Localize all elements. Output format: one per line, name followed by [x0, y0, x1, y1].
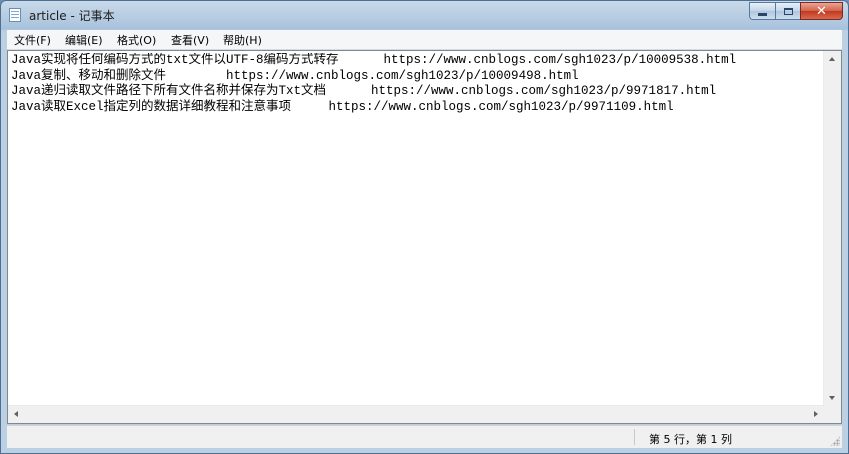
- menu-bar: 文件(F) 编辑(E) 格式(O) 查看(V) 帮助(H): [7, 30, 842, 50]
- status-divider: [634, 429, 635, 445]
- text-editor[interactable]: Java实现将任何编码方式的txt文件以UTF-8编码方式转存 https://…: [7, 50, 842, 424]
- menu-view[interactable]: 查看(V): [171, 32, 209, 48]
- title-bar[interactable]: article - 记事本 ✕: [1, 1, 848, 29]
- text-line[interactable]: Java实现将任何编码方式的txt文件以UTF-8编码方式转存 https://…: [11, 53, 823, 69]
- scroll-down-icon[interactable]: [829, 396, 835, 400]
- minimize-icon: [758, 13, 767, 16]
- scrollbar-corner: [824, 406, 841, 423]
- menu-format[interactable]: 格式(O): [117, 32, 156, 48]
- close-icon: ✕: [816, 3, 827, 19]
- scroll-right-icon[interactable]: [814, 411, 818, 417]
- text-line[interactable]: Java复制、移动和删除文件 https://www.cnblogs.com/s…: [11, 69, 823, 85]
- text-area[interactable]: Java实现将任何编码方式的txt文件以UTF-8编码方式转存 https://…: [11, 53, 823, 405]
- text-line[interactable]: Java读取Excel指定列的数据详细教程和注意事项 https://www.c…: [11, 100, 823, 116]
- close-button[interactable]: ✕: [800, 2, 843, 20]
- window-controls: ✕: [749, 2, 843, 21]
- text-line[interactable]: Java递归读取文件路径下所有文件名称并保存为Txt文档 https://www…: [11, 84, 823, 100]
- scroll-up-icon[interactable]: [829, 57, 835, 61]
- window-title: article - 记事本: [29, 9, 115, 23]
- notepad-icon[interactable]: [9, 8, 21, 22]
- minimize-button[interactable]: [749, 2, 775, 20]
- maximize-button[interactable]: [775, 2, 800, 20]
- maximize-icon: [783, 7, 793, 15]
- cursor-position: 第 5 行，第 1 列: [649, 433, 732, 446]
- notepad-window: article - 记事本 ✕ 文件(F) 编辑(E) 格式(O) 查看(V) …: [0, 0, 849, 454]
- menu-edit[interactable]: 编辑(E): [65, 32, 103, 48]
- menu-help[interactable]: 帮助(H): [223, 32, 262, 48]
- status-bar: 第 5 行，第 1 列: [7, 425, 842, 448]
- menu-file[interactable]: 文件(F): [14, 32, 51, 48]
- scroll-left-icon[interactable]: [14, 411, 18, 417]
- vertical-scrollbar[interactable]: [823, 51, 841, 406]
- resize-grip-icon[interactable]: [830, 436, 840, 446]
- horizontal-scrollbar[interactable]: [8, 405, 824, 423]
